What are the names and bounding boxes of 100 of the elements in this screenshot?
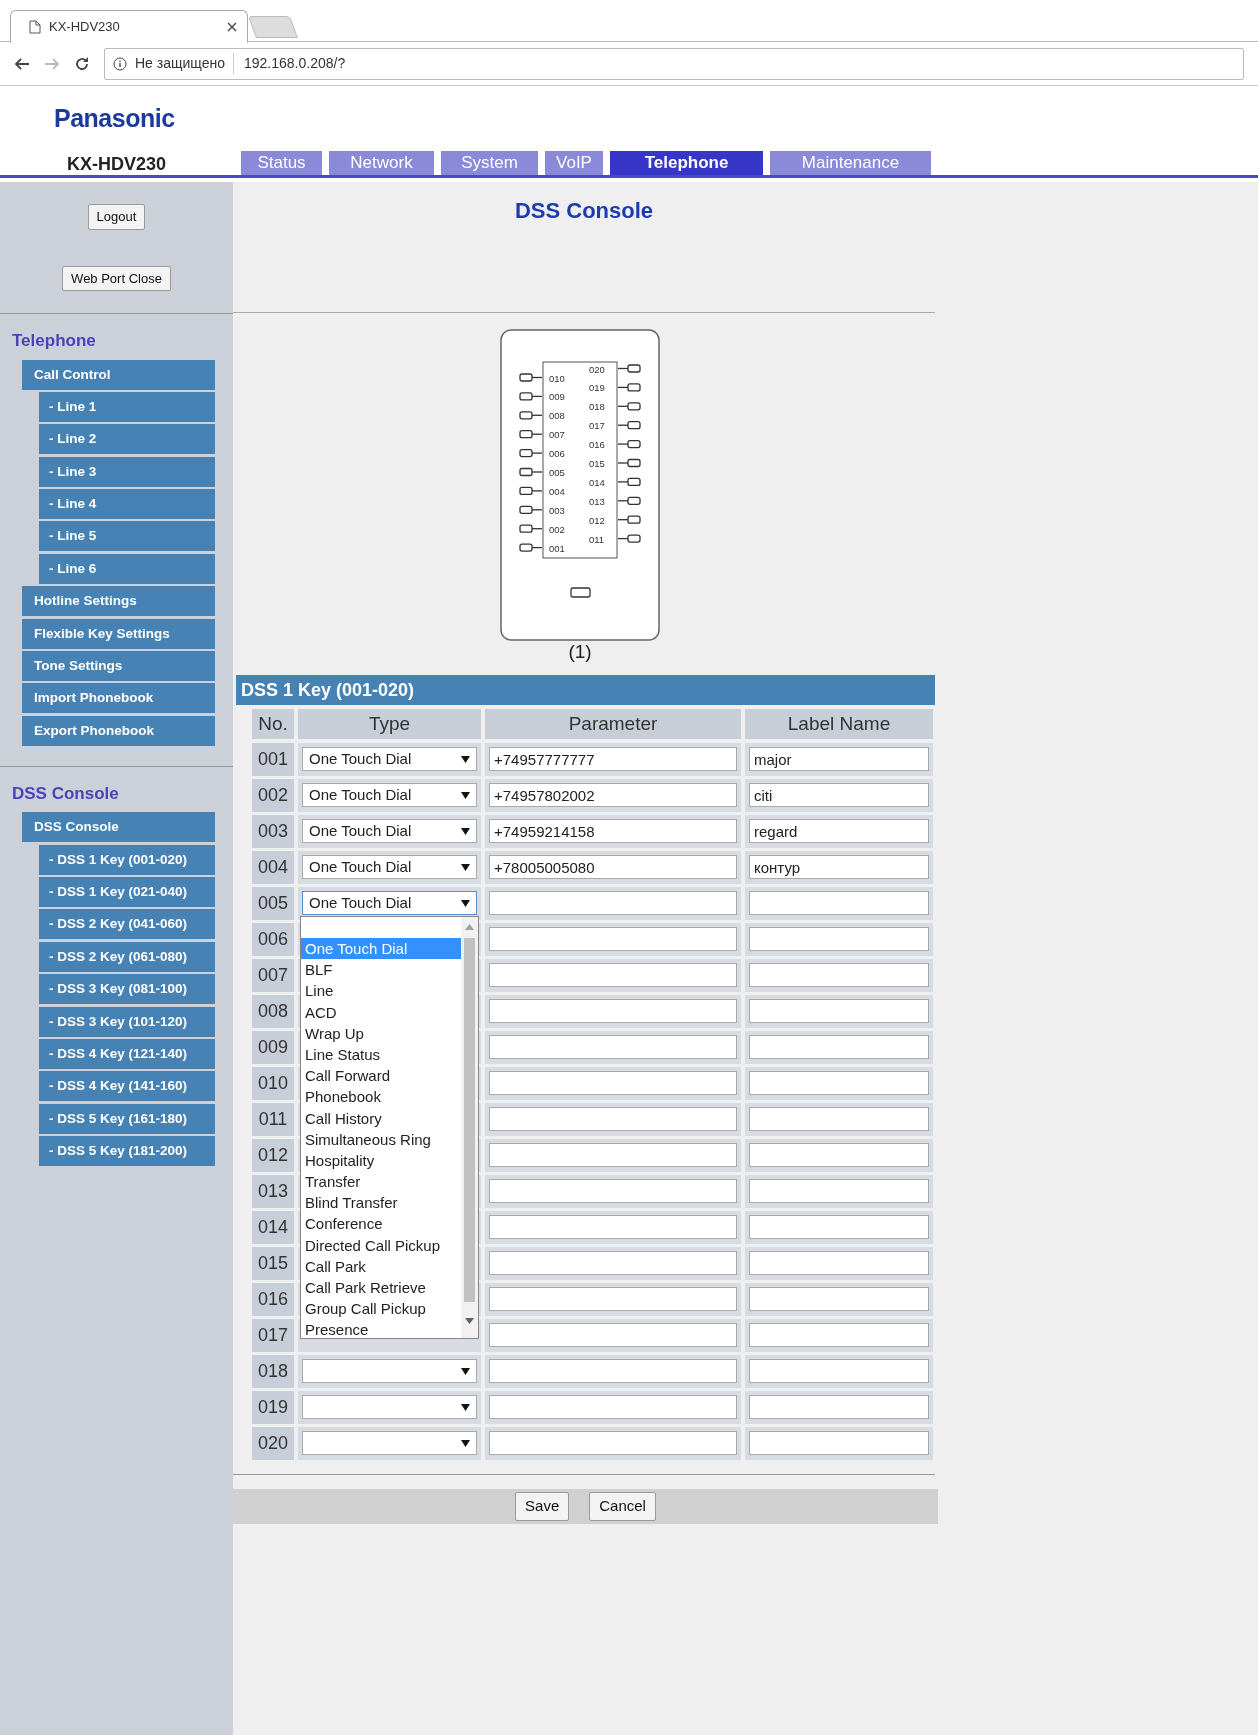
scrollbar[interactable] [461,917,478,1338]
dropdown-option[interactable]: BLF [301,959,461,981]
label-name-field[interactable]: citi [749,783,929,807]
sidebar-subitem[interactable]: - Line 4 [39,489,215,520]
sidebar-subitem[interactable]: - DSS 4 Key (141-160) [39,1071,215,1102]
label-name-field[interactable] [749,1215,929,1239]
sidebar-subitem[interactable]: - DSS 5 Key (161-180) [39,1103,215,1134]
label-name-field[interactable]: контур [749,855,929,879]
parameter-field[interactable] [489,1179,737,1203]
sidebar-subitem[interactable]: - DSS 3 Key (081-100) [39,974,215,1005]
type-dropdown[interactable] [302,1395,477,1419]
info-icon[interactable] [113,56,127,71]
address-bar[interactable]: Не защищено 192.168.0.208/? [104,47,1244,80]
dropdown-option[interactable]: Call Park Retrieve [301,1277,461,1299]
reload-icon[interactable] [74,55,90,72]
parameter-field[interactable] [489,1035,737,1059]
label-name-field[interactable] [749,927,929,951]
label-name-field[interactable]: major [749,747,929,771]
parameter-field[interactable] [489,927,737,951]
sidebar-subitem[interactable]: - Line 5 [39,521,215,552]
dropdown-option[interactable]: Call History [301,1107,461,1129]
type-dropdown[interactable]: One Touch Dial [302,855,477,879]
scrollbar-thumb[interactable] [464,938,475,1302]
label-name-field[interactable] [749,1071,929,1095]
back-arrow-icon[interactable] [14,56,30,71]
dropdown-option[interactable]: Simultaneous Ring [301,1128,461,1150]
label-name-field[interactable] [749,1251,929,1275]
label-name-field[interactable] [749,999,929,1023]
sidebar-subitem[interactable]: - DSS 4 Key (121-140) [39,1039,215,1070]
parameter-field[interactable] [489,1215,737,1239]
scroll-down-icon[interactable] [465,1318,474,1324]
close-icon[interactable] [227,22,237,32]
parameter-field[interactable] [489,1107,737,1131]
label-name-field[interactable] [749,1035,929,1059]
parameter-field[interactable] [489,1431,737,1455]
sidebar-subitem[interactable]: - DSS 1 Key (001-020) [39,844,215,875]
label-name-field[interactable] [749,963,929,987]
dropdown-option[interactable]: Line Status [301,1043,461,1066]
parameter-field[interactable] [489,891,737,915]
dropdown-option[interactable]: Line [301,980,461,1002]
browser-tab[interactable]: KX-HDV230 [10,10,248,43]
dropdown-option[interactable]: Wrap Up [301,1022,461,1044]
parameter-field[interactable] [489,1359,737,1383]
type-dropdown[interactable]: One Touch Dial [302,747,477,771]
parameter-field[interactable] [489,1287,737,1311]
dropdown-option[interactable]: Transfer [301,1171,461,1193]
dropdown-option[interactable]: Phonebook [301,1086,461,1108]
form-button[interactable]: Cancel [589,1492,656,1521]
form-button[interactable]: Save [515,1492,570,1521]
sidebar-subitem[interactable]: - DSS 1 Key (021-040) [39,877,215,908]
sidebar-item[interactable]: Hotline Settings [22,586,215,617]
sidebar-button[interactable]: Logout [87,204,146,230]
parameter-field[interactable] [489,1251,737,1275]
parameter-field[interactable] [489,999,737,1023]
sidebar-subitem[interactable]: - Line 6 [39,553,215,584]
scroll-up-icon[interactable] [465,924,474,930]
type-dropdown[interactable]: One Touch Dial [302,783,477,807]
label-name-field[interactable] [749,1359,929,1383]
sidebar-item[interactable]: DSS Console [22,812,215,843]
label-name-field[interactable] [749,1179,929,1203]
label-name-field[interactable]: regard [749,819,929,843]
sidebar-item[interactable]: Import Phonebook [22,683,215,714]
sidebar-subitem[interactable]: - Line 2 [39,424,215,455]
dropdown-option[interactable]: Group Call Pickup [301,1298,461,1320]
parameter-field[interactable] [489,1071,737,1095]
label-name-field[interactable] [749,1107,929,1131]
parameter-field[interactable]: +78005005080 [489,855,737,879]
type-dropdown[interactable] [302,1359,477,1383]
label-name-field[interactable] [749,1431,929,1455]
dropdown-option[interactable]: Directed Call Pickup [301,1234,461,1256]
parameter-field[interactable] [489,1323,737,1347]
parameter-field[interactable] [489,963,737,987]
parameter-field[interactable]: +74959214158 [489,819,737,843]
sidebar-subitem[interactable]: - DSS 5 Key (181-200) [39,1136,215,1167]
label-name-field[interactable] [749,1143,929,1167]
sidebar-item[interactable]: Tone Settings [22,651,215,681]
label-name-field[interactable] [749,1395,929,1419]
sidebar-subitem[interactable]: - DSS 2 Key (061-080) [39,941,215,972]
sidebar-subitem[interactable]: - Line 3 [39,456,215,487]
dropdown-option[interactable]: Call Forward [301,1065,461,1087]
dropdown-option[interactable]: Hospitality [301,1149,461,1172]
dropdown-option[interactable]: Blind Transfer [301,1192,461,1214]
forward-arrow-icon[interactable] [44,56,60,71]
sidebar-item[interactable]: Call Control [22,359,215,390]
parameter-field[interactable] [489,1143,737,1167]
sidebar-subitem[interactable]: - Line 1 [39,391,215,422]
nav-tab[interactable]: Telephone [610,151,763,175]
label-name-field[interactable] [749,891,929,915]
sidebar-subitem[interactable]: - DSS 2 Key (041-060) [39,909,215,940]
type-dropdown[interactable]: One Touch Dial [302,891,477,915]
type-dropdown[interactable]: One Touch Dial [302,819,477,843]
parameter-field[interactable]: +74957777777 [489,747,737,771]
sidebar-item[interactable]: Flexible Key Settings [22,618,215,649]
parameter-field[interactable] [489,1395,737,1419]
dropdown-option[interactable]: ACD [301,1001,461,1023]
dropdown-option[interactable]: Conference [301,1213,461,1235]
dropdown-option[interactable]: Call Park [301,1255,461,1277]
sidebar-item[interactable]: Export Phonebook [22,715,215,746]
new-tab-button[interactable] [248,16,298,38]
sidebar-button[interactable]: Web Port Close [62,265,171,291]
